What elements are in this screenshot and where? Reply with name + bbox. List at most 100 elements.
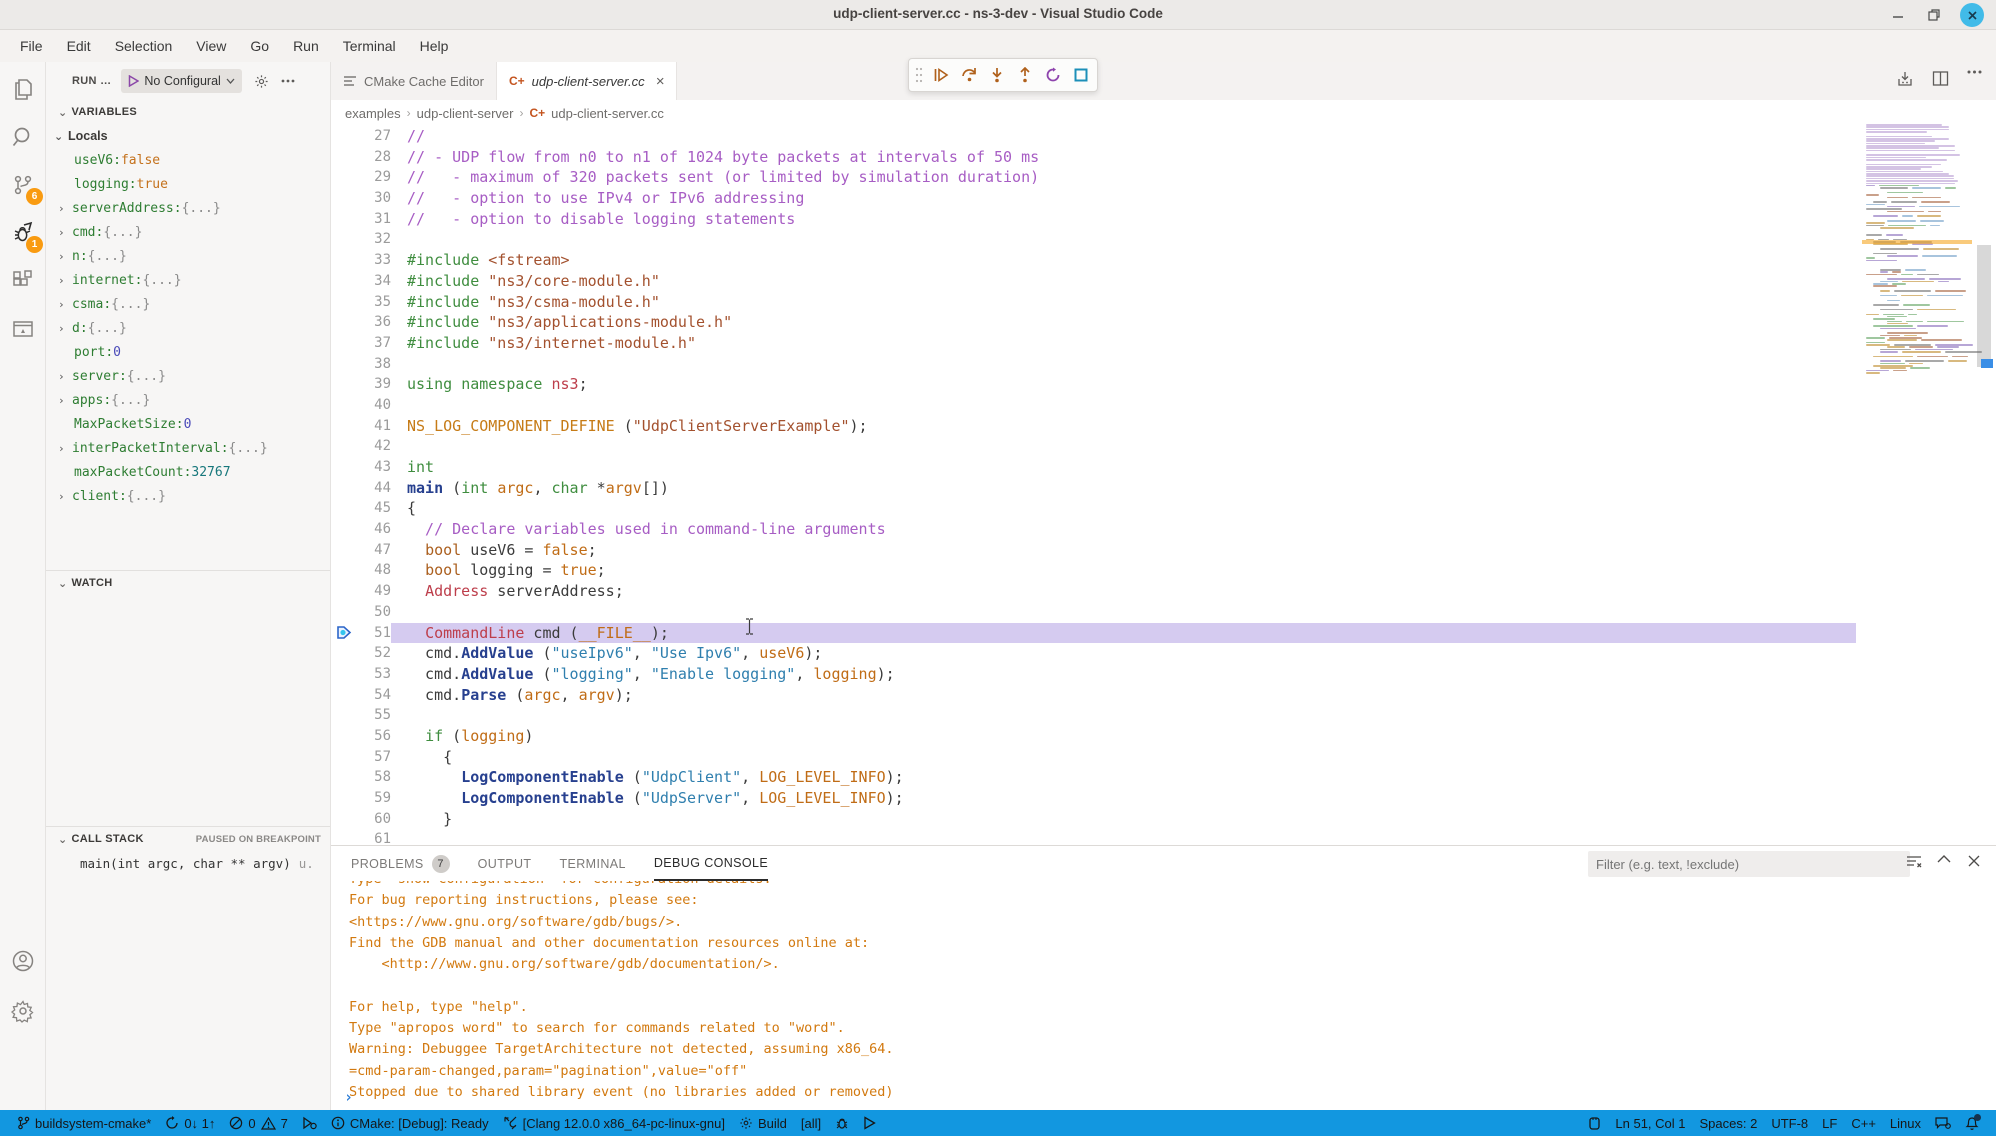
- gutter[interactable]: [331, 188, 357, 209]
- status-feedback[interactable]: [1928, 1110, 1958, 1136]
- gutter[interactable]: [331, 395, 357, 416]
- code-line[interactable]: 51 CommandLine cmd (__FILE__);: [331, 623, 1856, 644]
- step-over-icon[interactable]: [959, 63, 979, 87]
- breadcrumb-item[interactable]: examples: [345, 106, 401, 121]
- gutter[interactable]: [331, 354, 357, 375]
- gutter[interactable]: [331, 685, 357, 706]
- variables-scope-locals[interactable]: ⌄Locals: [46, 124, 331, 148]
- code-line[interactable]: 41NS_LOG_COMPONENT_DEFINE ("UdpClientSer…: [331, 416, 1856, 437]
- code-line[interactable]: 49 Address serverAddress;: [331, 581, 1856, 602]
- code-line[interactable]: 57 {: [331, 747, 1856, 768]
- code-line[interactable]: 36#include "ns3/applications-module.h": [331, 312, 1856, 333]
- variables-section-header[interactable]: ⌄VARIABLES: [46, 100, 331, 124]
- gutter[interactable]: [331, 643, 357, 664]
- more-actions-icon[interactable]: [1967, 70, 1982, 88]
- code-line[interactable]: 34#include "ns3/core-module.h": [331, 271, 1856, 292]
- gutter[interactable]: [331, 705, 357, 726]
- code-line[interactable]: 58 LogComponentEnable ("UdpClient", LOG_…: [331, 767, 1856, 788]
- status-0[interactable]: 07: [222, 1110, 294, 1136]
- menu-item-terminal[interactable]: Terminal: [333, 34, 406, 58]
- gutter[interactable]: [331, 581, 357, 602]
- code-line[interactable]: 38: [331, 354, 1856, 375]
- gutter[interactable]: [331, 292, 357, 313]
- code-line[interactable]: 55: [331, 705, 1856, 726]
- variable-row[interactable]: ›n: {...}: [46, 244, 331, 268]
- status-play[interactable]: [856, 1110, 883, 1136]
- gutter[interactable]: [331, 416, 357, 437]
- status-c++[interactable]: C++: [1844, 1110, 1883, 1136]
- code-line[interactable]: 35#include "ns3/csma-module.h": [331, 292, 1856, 313]
- variable-row[interactable]: ›client: {...}: [46, 484, 331, 508]
- variable-row[interactable]: ›server: {...}: [46, 364, 331, 388]
- panel-tab-output[interactable]: OUTPUT: [478, 847, 532, 881]
- gutter[interactable]: [331, 664, 357, 685]
- code-line[interactable]: 29// - maximum of 320 packets sent (or l…: [331, 167, 1856, 188]
- status--all-[interactable]: [all]: [794, 1110, 828, 1136]
- code-editor[interactable]: 27//28// - UDP flow from n0 to n1 of 102…: [331, 126, 1856, 845]
- gutter[interactable]: [331, 333, 357, 354]
- variable-row[interactable]: useV6: false: [46, 148, 331, 172]
- minimap[interactable]: [1862, 124, 1972, 414]
- activity-search-icon[interactable]: [0, 114, 46, 160]
- variable-row[interactable]: maxPacketCount: 32767: [46, 460, 331, 484]
- step-out-icon[interactable]: [1015, 63, 1035, 87]
- status-spaces-2[interactable]: Spaces: 2: [1693, 1110, 1765, 1136]
- variable-row[interactable]: ›csma: {...}: [46, 292, 331, 316]
- gutter[interactable]: [331, 560, 357, 581]
- variable-row[interactable]: ›cmd: {...}: [46, 220, 331, 244]
- call-stack-frame[interactable]: main(int argc, char ** argv)u.: [46, 851, 331, 875]
- launch-configuration-dropdown[interactable]: No Configural: [121, 69, 241, 93]
- code-line[interactable]: 48 bool logging = true;: [331, 560, 1856, 581]
- gutter[interactable]: [331, 478, 357, 499]
- scrollbar-thumb[interactable]: [1977, 245, 1991, 367]
- call-stack-section-header[interactable]: ⌄CALL STACK PAUSED ON BREAKPOINT: [46, 827, 331, 851]
- code-line[interactable]: 31// - option to disable logging stateme…: [331, 209, 1856, 230]
- gutter[interactable]: [331, 229, 357, 250]
- gutter[interactable]: [331, 167, 357, 188]
- variable-row[interactable]: ›apps: {...}: [46, 388, 331, 412]
- stop-icon[interactable]: [1071, 63, 1091, 87]
- variable-row[interactable]: ›interPacketInterval: {...}: [46, 436, 331, 460]
- gutter[interactable]: [331, 271, 357, 292]
- code-line[interactable]: 33#include <fstream>: [331, 250, 1856, 271]
- gutter[interactable]: [331, 809, 357, 830]
- activity-settings-icon[interactable]: [0, 988, 46, 1034]
- status-buildsystem-cmake-[interactable]: buildsystem-cmake*: [10, 1110, 158, 1136]
- panel-tab-debug-console[interactable]: DEBUG CONSOLE: [654, 847, 768, 881]
- close-button[interactable]: [1960, 3, 1984, 27]
- code-line[interactable]: 42: [331, 436, 1856, 457]
- variable-row[interactable]: logging: true: [46, 172, 331, 196]
- restore-button[interactable]: [1922, 3, 1946, 27]
- code-line[interactable]: 44main (int argc, char *argv[]): [331, 478, 1856, 499]
- code-line[interactable]: 50: [331, 602, 1856, 623]
- status-0-1-[interactable]: 0↓ 1↑: [158, 1110, 222, 1136]
- clear-console-icon[interactable]: [1906, 855, 1922, 869]
- activity-explorer-icon[interactable]: [0, 66, 46, 112]
- gutter[interactable]: [331, 498, 357, 519]
- menu-item-view[interactable]: View: [186, 34, 236, 58]
- variable-row[interactable]: ›d: {...}: [46, 316, 331, 340]
- gutter[interactable]: [331, 788, 357, 809]
- activity-account-icon[interactable]: [0, 938, 46, 984]
- gutter[interactable]: [331, 126, 357, 147]
- gutter[interactable]: [331, 519, 357, 540]
- start-debug-icon[interactable]: [128, 75, 139, 87]
- variable-row[interactable]: ›serverAddress: {...}: [46, 196, 331, 220]
- code-line[interactable]: 43int: [331, 457, 1856, 478]
- status-debug-alt[interactable]: [295, 1110, 324, 1136]
- code-line[interactable]: 45{: [331, 498, 1856, 519]
- code-line[interactable]: 40: [331, 395, 1856, 416]
- close-panel-icon[interactable]: [1968, 855, 1980, 867]
- views-more-actions-icon[interactable]: [281, 79, 295, 83]
- maximize-panel-icon[interactable]: [1937, 855, 1951, 863]
- minimize-button[interactable]: [1886, 3, 1910, 27]
- code-line[interactable]: 37#include "ns3/internet-module.h": [331, 333, 1856, 354]
- restart-icon[interactable]: [1043, 63, 1063, 87]
- menu-item-file[interactable]: File: [10, 34, 53, 58]
- gutter[interactable]: [331, 457, 357, 478]
- code-line[interactable]: 52 cmd.AddValue ("useIpv6", "Use Ipv6", …: [331, 643, 1856, 664]
- status-lf[interactable]: LF: [1815, 1110, 1844, 1136]
- menu-item-go[interactable]: Go: [240, 34, 279, 58]
- code-line[interactable]: 39using namespace ns3;: [331, 374, 1856, 395]
- variable-row[interactable]: ›internet: {...}: [46, 268, 331, 292]
